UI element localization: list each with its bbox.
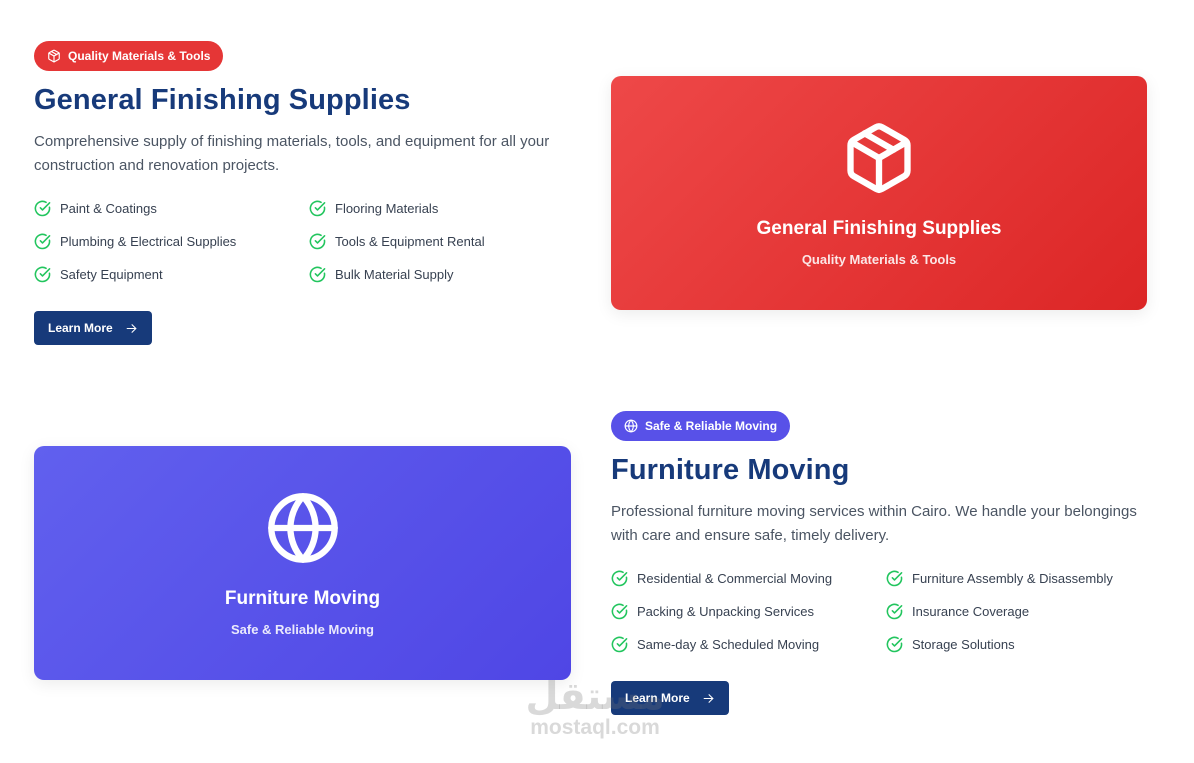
feature-item: Paint & Coatings bbox=[34, 199, 309, 217]
feature-label: Paint & Coatings bbox=[60, 200, 157, 216]
arrow-right-icon bbox=[703, 693, 714, 703]
arrow-right-icon bbox=[126, 323, 137, 333]
section2-title: Furniture Moving bbox=[611, 454, 850, 486]
feature-item: Flooring Materials bbox=[309, 199, 584, 217]
watermark-arabic: مستقل bbox=[525, 674, 665, 718]
feature-label: Furniture Assembly & Disassembly bbox=[912, 570, 1113, 586]
feature-item: Storage Solutions bbox=[886, 635, 1161, 653]
feature-item: Furniture Assembly & Disassembly bbox=[886, 569, 1161, 587]
section1-title: General Finishing Supplies bbox=[34, 84, 411, 116]
feature-label: Packing & Unpacking Services bbox=[637, 603, 815, 619]
globe-icon bbox=[624, 419, 638, 433]
check-circle-icon bbox=[34, 200, 51, 216]
feature-label: Flooring Materials bbox=[335, 200, 439, 216]
feature-label: Residential & Commercial Moving bbox=[637, 570, 833, 586]
check-circle-icon bbox=[309, 266, 326, 282]
card-subtitle: Safe & Reliable Moving bbox=[230, 621, 375, 637]
card-title: General Finishing Supplies bbox=[756, 217, 1002, 239]
feature-item: Safety Equipment bbox=[34, 265, 309, 283]
check-circle-icon bbox=[34, 266, 51, 282]
card-title: Furniture Moving bbox=[224, 587, 381, 609]
section1-feature-list: Paint & Coatings Flooring Materials Plum… bbox=[34, 199, 584, 283]
check-circle-icon bbox=[886, 603, 903, 619]
feature-label: Plumbing & Electrical Supplies bbox=[60, 233, 237, 249]
check-circle-icon bbox=[34, 233, 51, 249]
feature-item: Packing & Unpacking Services bbox=[611, 602, 886, 620]
section2-description: Professional furniture moving services w… bbox=[611, 503, 1137, 544]
feature-label: Tools & Equipment Rental bbox=[335, 233, 485, 249]
check-circle-icon bbox=[886, 570, 903, 586]
section1-learn-more-button[interactable]: Learn More bbox=[34, 311, 152, 345]
card-subtitle: Quality Materials & Tools bbox=[801, 251, 957, 267]
check-circle-icon bbox=[886, 636, 903, 652]
watermark: مستقل mostaql.com bbox=[520, 676, 670, 740]
feature-item: Tools & Equipment Rental bbox=[309, 232, 584, 250]
feature-label: Bulk Material Supply bbox=[335, 266, 454, 282]
feature-item: Bulk Material Supply bbox=[309, 265, 584, 283]
check-circle-icon bbox=[309, 233, 326, 249]
check-circle-icon bbox=[611, 603, 628, 619]
section1-description: Comprehensive supply of finishing materi… bbox=[34, 133, 550, 174]
section2-feature-list: Residential & Commercial Moving Furnitur… bbox=[611, 569, 1161, 653]
check-circle-icon bbox=[611, 636, 628, 652]
check-circle-icon bbox=[309, 200, 326, 216]
feature-item: Insurance Coverage bbox=[886, 602, 1161, 620]
feature-item: Same-day & Scheduled Moving bbox=[611, 635, 886, 653]
feature-item: Residential & Commercial Moving bbox=[611, 569, 886, 587]
section2-badge: Safe & Reliable Moving bbox=[611, 411, 791, 441]
section1-badge-label: Quality Materials & Tools bbox=[68, 49, 211, 63]
feature-label: Safety Equipment bbox=[60, 266, 163, 282]
section2-feature-card: Furniture Moving Safe & Reliable Moving bbox=[34, 446, 571, 680]
section2-badge-label: Safe & Reliable Moving bbox=[645, 419, 778, 433]
feature-label: Storage Solutions bbox=[912, 636, 1015, 652]
check-circle-icon bbox=[611, 570, 628, 586]
section1-badge: Quality Materials & Tools bbox=[34, 41, 224, 71]
feature-label: Same-day & Scheduled Moving bbox=[637, 636, 820, 652]
box-icon bbox=[48, 49, 60, 63]
feature-item: Plumbing & Electrical Supplies bbox=[34, 232, 309, 250]
section1-feature-card: General Finishing Supplies Quality Mater… bbox=[611, 76, 1147, 310]
feature-label: Insurance Coverage bbox=[912, 603, 1030, 619]
globe-icon bbox=[267, 492, 338, 563]
box-icon bbox=[847, 122, 911, 193]
learn-more-label: Learn More bbox=[48, 321, 113, 335]
watermark-latin: mostaql.com bbox=[530, 716, 660, 739]
